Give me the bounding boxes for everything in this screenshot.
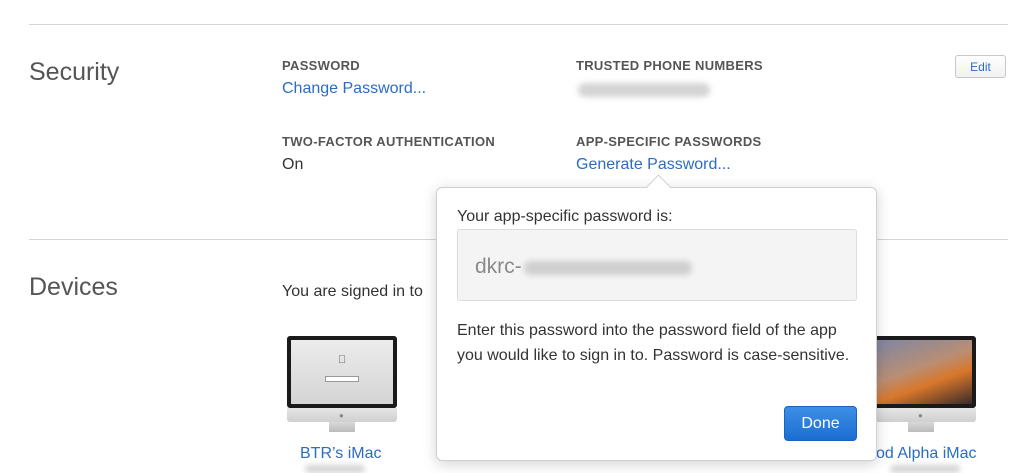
popover-heading: Your app-specific password is: xyxy=(457,208,673,225)
app-password-popover: Your app-specific password is: dkrc- Ent… xyxy=(436,187,877,461)
password-label: PASSWORD xyxy=(282,58,360,73)
app-specific-passwords-label: APP-SPECIFIC PASSWORDS xyxy=(576,134,762,149)
trusted-phone-numbers-label: TRUSTED PHONE NUMBERS xyxy=(576,58,763,73)
popover-instructions: Enter this password into the password fi… xyxy=(457,322,850,364)
password-redacted xyxy=(524,261,692,275)
generate-password-link[interactable]: Generate Password... xyxy=(576,156,731,174)
change-password-link[interactable]: Change Password... xyxy=(282,80,426,98)
imac-chin: ● xyxy=(866,408,976,422)
security-section-title: Security xyxy=(29,58,120,86)
apple-logo-icon: ● xyxy=(339,411,344,420)
generated-password-field[interactable]: dkrc- xyxy=(457,229,857,301)
imac-stand xyxy=(908,422,934,432)
imac-icon xyxy=(866,336,976,408)
device-model-redacted xyxy=(305,465,365,473)
imac-icon:  xyxy=(287,336,397,408)
login-field-icon xyxy=(325,376,359,382)
device-item[interactable]:  ● xyxy=(287,336,397,432)
phone-number-redacted xyxy=(578,83,710,97)
two-factor-value: On xyxy=(282,156,304,173)
devices-section-title: Devices xyxy=(29,273,118,301)
two-factor-label: TWO-FACTOR AUTHENTICATION xyxy=(282,134,496,149)
device-item[interactable]: ● xyxy=(866,336,976,432)
imac-stand xyxy=(329,422,355,432)
edit-button[interactable]: Edit xyxy=(955,55,1006,78)
imac-chin: ● xyxy=(287,408,397,422)
device-model-redacted xyxy=(890,465,960,473)
device-name[interactable]: BTR’s iMac xyxy=(300,445,382,463)
done-button[interactable]: Done xyxy=(784,406,857,441)
signed-in-text: You are signed in to xyxy=(282,283,423,300)
device-name[interactable]: od Alpha iMac xyxy=(876,445,977,463)
password-prefix: dkrc- xyxy=(475,255,522,278)
top-divider xyxy=(29,24,1008,25)
apple-logo-icon:  xyxy=(338,354,346,366)
apple-logo-icon: ● xyxy=(918,411,923,420)
